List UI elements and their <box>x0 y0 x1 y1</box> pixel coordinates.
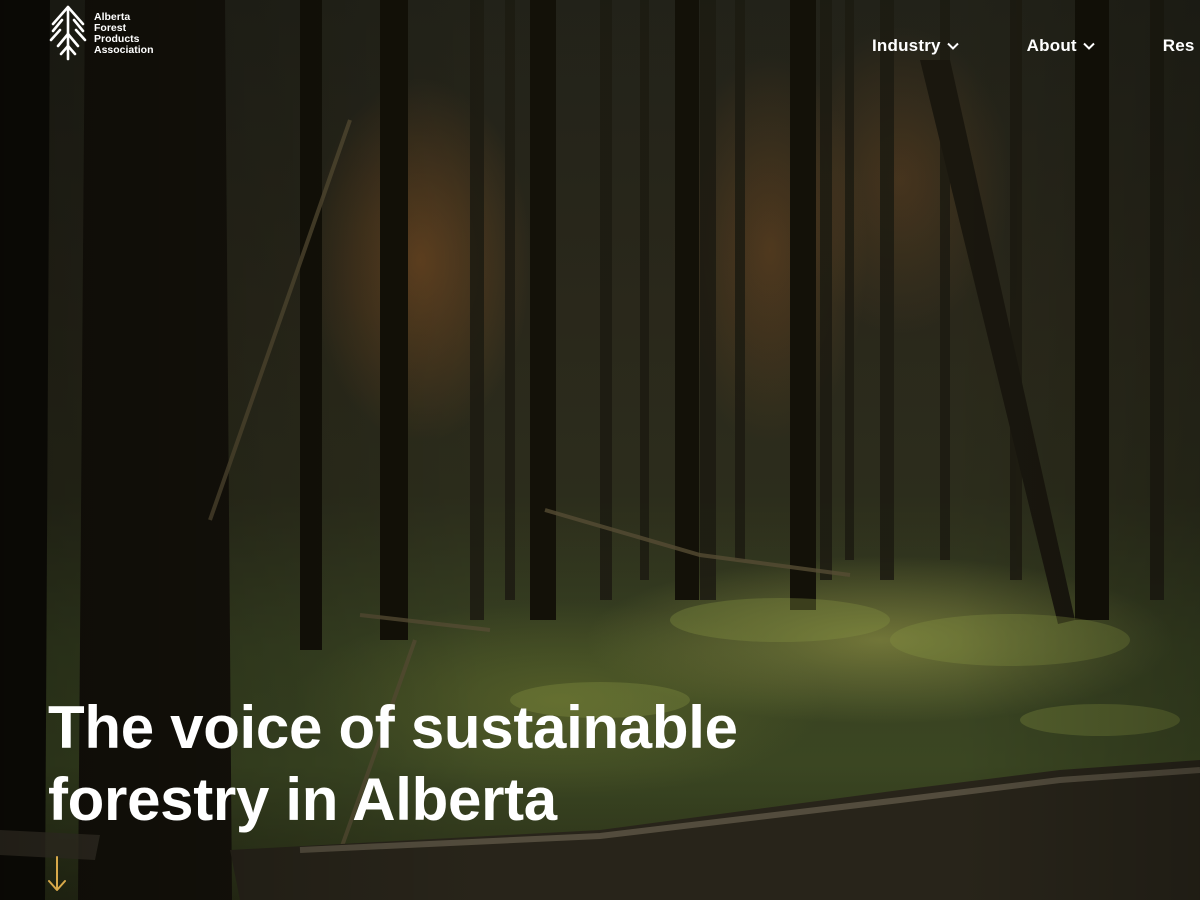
logo-wordmark: Alberta Forest Products Association <box>94 4 154 56</box>
chevron-down-icon <box>946 42 959 50</box>
nav-item-label: About <box>1026 36 1077 55</box>
nav-item-resources[interactable]: Res <box>1163 36 1195 56</box>
nav-item-label: Res <box>1162 36 1195 55</box>
chevron-down-icon <box>1083 42 1095 50</box>
tree-icon <box>49 5 87 61</box>
hero-headline: The voice of sustainable forestry in Alb… <box>48 692 808 836</box>
logo-line-4: Association <box>94 44 154 56</box>
main-nav: Industry About Res <box>872 36 1195 56</box>
nav-item-industry[interactable]: Industry <box>872 36 959 56</box>
site-logo[interactable]: Alberta Forest Products Association <box>48 4 154 62</box>
nav-item-about[interactable]: About <box>1027 36 1095 56</box>
headline-line-1: The voice of sustainable <box>48 694 738 761</box>
arrow-down-icon[interactable] <box>46 855 68 895</box>
nav-item-label: Industry <box>872 36 941 55</box>
headline-line-2: forestry in Alberta <box>48 766 557 833</box>
